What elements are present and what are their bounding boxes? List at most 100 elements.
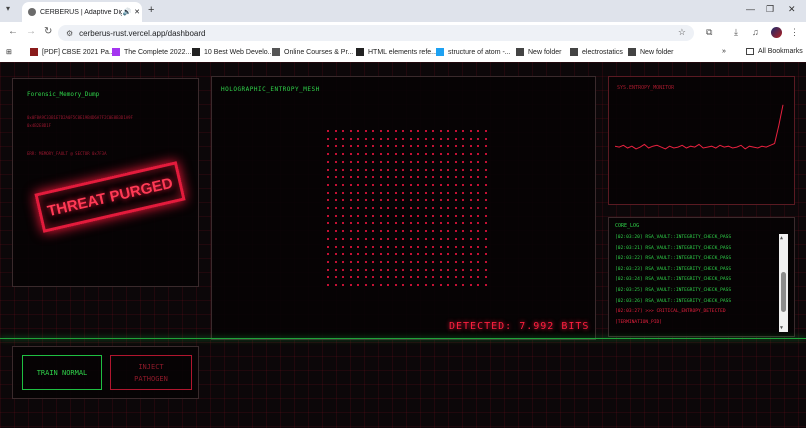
inject-pathogen-button[interactable]: INJECT PATHOGEN: [110, 355, 192, 390]
mesh-dot: [327, 222, 329, 225]
mesh-dot: [409, 222, 412, 225]
mesh-dot: [349, 253, 352, 256]
all-bookmarks[interactable]: All Bookmarks: [746, 48, 803, 55]
bookmark-item[interactable]: structure of atom -...: [436, 48, 511, 56]
mesh-dot: [402, 207, 404, 209]
mesh-dot: [469, 284, 472, 286]
bookmarks-overflow-icon[interactable]: »: [722, 48, 726, 55]
mesh-dot: [409, 230, 412, 233]
mesh-dot: [379, 207, 382, 209]
mesh-dot: [484, 230, 487, 233]
mesh-dot: [454, 245, 457, 248]
mesh-dot: [394, 153, 397, 156]
bookmark-star-icon[interactable]: ☆: [678, 27, 686, 38]
mesh-dot: [364, 176, 367, 179]
core-log-title: CORE_LOG: [615, 223, 640, 229]
speaker-icon[interactable]: 🔊: [122, 8, 132, 16]
log-scrollbar[interactable]: ▲ ▼: [779, 234, 788, 332]
mesh-dot: [334, 245, 337, 248]
bookmark-item[interactable]: HTML elements refe...: [356, 48, 437, 56]
mesh-dot: [469, 276, 472, 279]
tab-search-icon[interactable]: ▾: [6, 4, 10, 13]
mesh-dot: [432, 137, 434, 140]
mesh-dot: [394, 284, 397, 286]
bookmark-item[interactable]: Online Courses & Pr...: [272, 48, 353, 56]
mesh-dot: [379, 260, 382, 263]
scroll-up-icon[interactable]: ▲: [780, 235, 783, 241]
bookmark-item[interactable]: New folder: [516, 48, 561, 56]
mesh-dot: [402, 183, 404, 186]
mesh-dot: [432, 168, 434, 171]
address-bar[interactable]: ⚙ cerberus-rust.vercel.app/dashboard ☆: [58, 25, 694, 41]
restore-icon[interactable]: ❐: [766, 4, 774, 15]
mesh-dot: [327, 245, 329, 248]
mesh-dot: [349, 245, 352, 248]
mesh-dot: [417, 214, 419, 217]
reload-icon[interactable]: ↻: [44, 26, 52, 37]
mesh-dot: [439, 284, 442, 286]
back-icon[interactable]: ←: [8, 26, 18, 37]
mesh-dot: [379, 214, 382, 217]
mesh-dot: [439, 168, 442, 171]
mesh-dot: [439, 222, 442, 225]
mesh-dot: [469, 153, 472, 156]
mesh-dot: [349, 237, 352, 240]
mesh-dot: [334, 276, 337, 279]
extensions-icon[interactable]: ⧉: [706, 27, 712, 38]
menu-icon[interactable]: ⋮: [790, 27, 799, 38]
mesh-dot: [432, 153, 434, 156]
mesh-dot: [349, 222, 352, 225]
close-tab-icon[interactable]: ✕: [132, 8, 142, 16]
mesh-dot: [402, 230, 404, 233]
mesh-dot: [477, 160, 479, 163]
minimize-icon[interactable]: —: [746, 4, 755, 14]
mesh-dot: [447, 214, 449, 217]
bookmark-item[interactable]: The Complete 2022...: [112, 48, 191, 56]
mesh-dot: [484, 183, 487, 186]
mesh-dot: [327, 284, 329, 286]
mesh-dot: [439, 160, 442, 163]
mesh-dot: [484, 207, 487, 209]
mesh-dot: [342, 260, 344, 263]
media-icon[interactable]: ♫: [752, 27, 759, 37]
mesh-dot: [387, 137, 389, 140]
mesh-dot: [477, 137, 479, 140]
profile-avatar[interactable]: [771, 27, 782, 38]
bookmark-item[interactable]: New folder: [628, 48, 673, 56]
mesh-dot: [342, 214, 344, 217]
scroll-down-icon[interactable]: ▼: [780, 325, 783, 331]
browser-tab[interactable]: CERBERUS | Adaptive Digit 🔊 ✕: [22, 2, 142, 22]
mesh-dot: [379, 176, 382, 179]
mesh-dot: [342, 137, 344, 140]
mesh-dot: [364, 284, 367, 286]
mesh-dot: [402, 130, 404, 132]
scroll-thumb[interactable]: [781, 272, 786, 312]
mesh-dot: [417, 168, 419, 171]
mesh-dot: [394, 276, 397, 279]
download-icon[interactable]: ⤓: [734, 27, 738, 38]
apps-icon[interactable]: ⊞: [6, 48, 12, 56]
close-window-icon[interactable]: ✕: [788, 4, 796, 15]
mesh-dot: [379, 245, 382, 248]
mesh-dot: [454, 260, 457, 263]
bookmark-item[interactable]: electrostatics: [570, 48, 623, 56]
mesh-dot: [372, 153, 374, 156]
new-tab-button[interactable]: +: [148, 4, 154, 16]
forward-icon[interactable]: →: [26, 26, 36, 37]
mesh-dot: [349, 260, 352, 263]
bookmark-item[interactable]: [PDF] CBSE 2021 Pa...: [30, 48, 115, 56]
mesh-dot: [327, 183, 329, 186]
mesh-dot: [462, 191, 464, 194]
mesh-dot: [469, 207, 472, 209]
mesh-dot: [334, 207, 337, 209]
entropy-mesh-panel: HOLOGRAPHIC_ENTROPY_MESH DETECTED: 7.992…: [211, 76, 596, 340]
mesh-dot: [372, 237, 374, 240]
mesh-dot: [372, 207, 374, 209]
site-info-icon[interactable]: ⚙: [66, 29, 73, 38]
mesh-dot: [454, 199, 457, 202]
train-normal-button[interactable]: TRAIN NORMAL: [22, 355, 102, 390]
bookmark-item[interactable]: 10 Best Web Develo...: [192, 48, 274, 56]
mesh-dot: [469, 230, 472, 233]
mesh-dot: [342, 176, 344, 179]
mesh-dot: [432, 276, 434, 279]
